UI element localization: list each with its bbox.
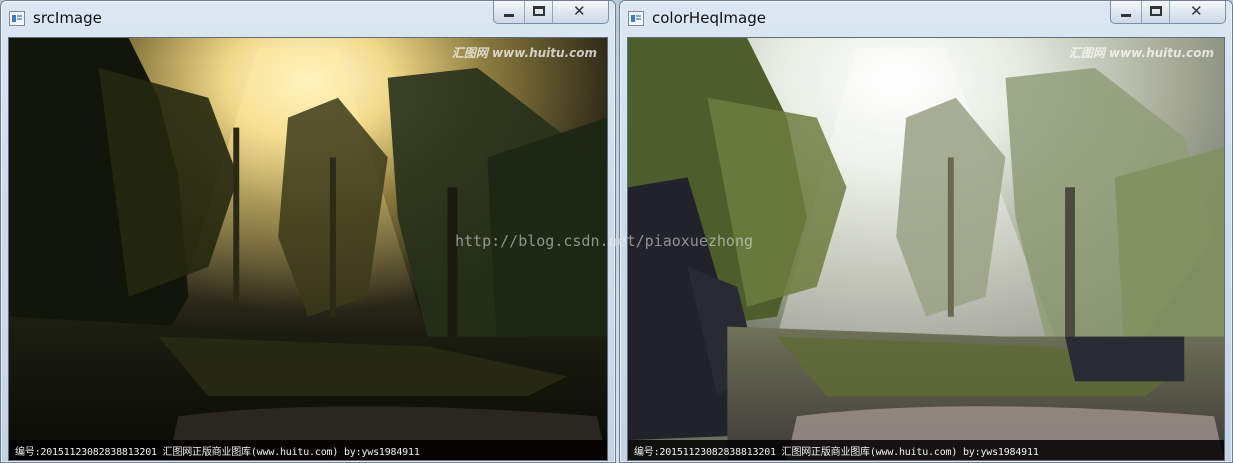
image-canvas[interactable]: 汇图网 www.huitu.com 编号:2015112308283881320… [627,37,1225,461]
opencv-window-icon [628,11,644,26]
maximize-icon [1150,6,1162,16]
minimize-icon [1121,14,1131,17]
close-button[interactable]: ✕ [1169,1,1225,23]
close-button[interactable]: ✕ [552,1,608,23]
huitu-watermark: 汇图网 www.huitu.com [451,46,597,60]
image-caption-bar: 编号:20151123082838813201 汇图网正版商业图库(www.hu… [9,440,607,460]
close-icon: ✕ [1190,2,1203,20]
maximize-icon [533,6,545,16]
minimize-button[interactable] [494,1,524,23]
window-src-image[interactable]: srcImage ✕ 汇图网 www.huitu.com 编号:20151123… [0,0,616,463]
opencv-window-icon [9,11,25,26]
desktop: srcImage ✕ 汇图网 www.huitu.com 编号:20151123… [0,0,1233,463]
maximize-button[interactable] [1141,1,1169,23]
window-color-heq-image[interactable]: colorHeqImage ✕ 汇图网 www.huitu.com 编号:201… [619,0,1233,463]
titlebar[interactable]: srcImage ✕ [1,1,615,37]
image-caption-bar: 编号:20151123082838813201 汇图网正版商业图库(www.hu… [628,440,1224,460]
window-title: colorHeqImage [652,9,766,27]
huitu-watermark: 汇图网 www.huitu.com [1068,46,1214,60]
forest-photo-equalized [628,38,1224,460]
window-title: srcImage [33,9,102,27]
forest-photo [9,38,607,460]
minimize-button[interactable] [1111,1,1141,23]
image-caption: 编号:20151123082838813201 汇图网正版商业图库(www.hu… [634,447,1039,458]
titlebar[interactable]: colorHeqImage ✕ [620,1,1232,37]
minimize-icon [504,14,514,17]
image-canvas[interactable]: 汇图网 www.huitu.com 编号:2015112308283881320… [8,37,608,461]
image-caption: 编号:20151123082838813201 汇图网正版商业图库(www.hu… [15,447,420,458]
window-controls: ✕ [1110,1,1226,24]
maximize-button[interactable] [524,1,552,23]
window-controls: ✕ [493,1,609,24]
close-icon: ✕ [573,2,586,20]
